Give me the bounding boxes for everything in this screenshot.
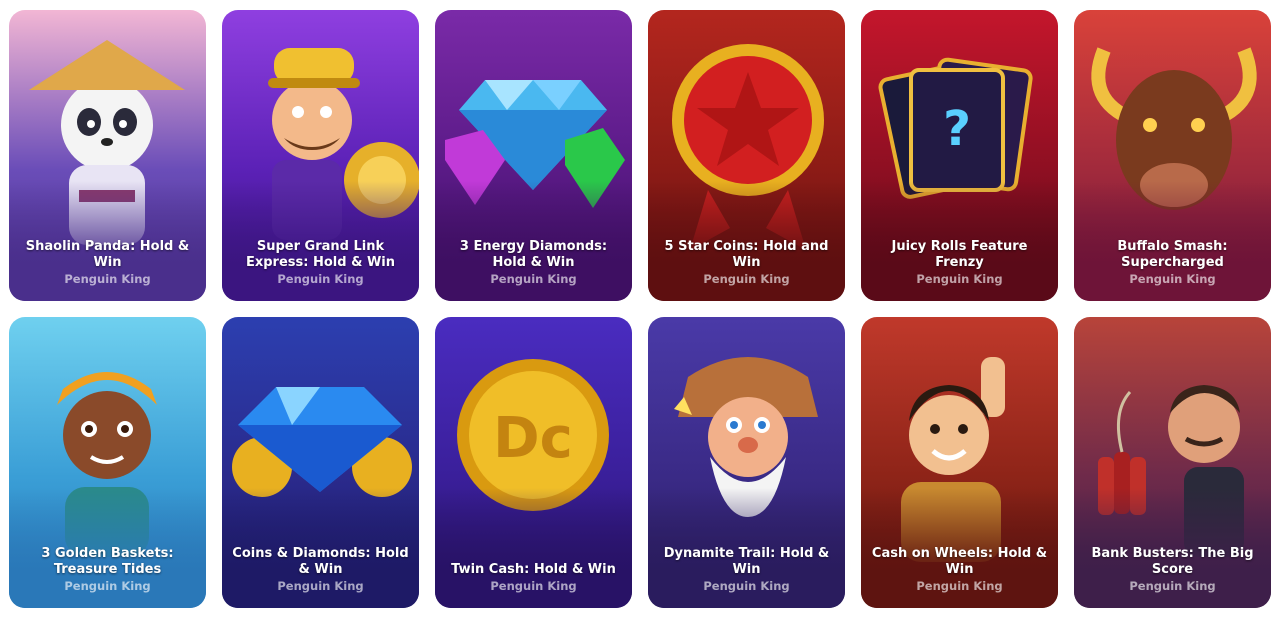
svg-text:?: ? xyxy=(943,101,971,157)
game-card[interactable]: Cash on Wheels: Hold & Win Penguin King xyxy=(861,317,1058,608)
game-card[interactable]: 3 Golden Baskets: Treasure Tides Penguin… xyxy=(9,317,206,608)
game-provider: Penguin King xyxy=(1129,579,1216,593)
game-provider: Penguin King xyxy=(490,272,577,286)
game-title: Shaolin Panda: Hold & Win xyxy=(25,239,190,270)
game-provider: Penguin King xyxy=(277,272,364,286)
game-card[interactable]: Buffalo Smash: Supercharged Penguin King xyxy=(1074,10,1271,301)
game-provider: Penguin King xyxy=(490,579,577,593)
game-title: Dynamite Trail: Hold & Win xyxy=(663,546,830,577)
game-title: 5 Star Coins: Hold and Win xyxy=(664,239,829,270)
game-card[interactable]: Super Grand Link Express: Hold & Win Pen… xyxy=(222,10,419,301)
game-card[interactable]: Dc Twin Cash: Hold & Win Penguin King xyxy=(435,317,632,608)
game-title: 3 Energy Diamonds: Hold & Win xyxy=(459,239,608,270)
game-card[interactable]: Shaolin Panda: Hold & Win Penguin King xyxy=(9,10,206,301)
game-card[interactable]: Bank Busters: The Big Score Penguin King xyxy=(1074,317,1271,608)
game-provider: Penguin King xyxy=(277,579,364,593)
game-card[interactable]: 3 Energy Diamonds: Hold & Win Penguin Ki… xyxy=(435,10,632,301)
game-provider: Penguin King xyxy=(64,272,151,286)
game-provider: Penguin King xyxy=(64,579,151,593)
game-title: Cash on Wheels: Hold & Win xyxy=(871,546,1048,577)
game-card[interactable]: Dynamite Trail: Hold & Win Penguin King xyxy=(648,317,845,608)
svg-text:Dc: Dc xyxy=(493,406,573,471)
game-provider: Penguin King xyxy=(703,272,790,286)
game-title: Juicy Rolls Feature Frenzy xyxy=(891,239,1028,270)
game-title: Coins & Diamonds: Hold & Win xyxy=(232,546,409,577)
game-card[interactable]: 5 Star Coins: Hold and Win Penguin King xyxy=(648,10,845,301)
game-card[interactable]: Coins & Diamonds: Hold & Win Penguin Kin… xyxy=(222,317,419,608)
game-provider: Penguin King xyxy=(916,272,1003,286)
game-title: Buffalo Smash: Supercharged xyxy=(1117,239,1228,270)
game-title: Twin Cash: Hold & Win xyxy=(451,562,616,577)
game-card[interactable]: ? Juicy Rolls Feature Frenzy Penguin Kin… xyxy=(861,10,1058,301)
game-title: Super Grand Link Express: Hold & Win xyxy=(245,239,395,270)
game-provider: Penguin King xyxy=(1129,272,1216,286)
game-title: 3 Golden Baskets: Treasure Tides xyxy=(41,546,174,577)
game-provider: Penguin King xyxy=(703,579,790,593)
game-provider: Penguin King xyxy=(916,579,1003,593)
game-grid: Shaolin Panda: Hold & Win Penguin King S… xyxy=(0,0,1282,619)
game-title: Bank Busters: The Big Score xyxy=(1091,546,1254,577)
